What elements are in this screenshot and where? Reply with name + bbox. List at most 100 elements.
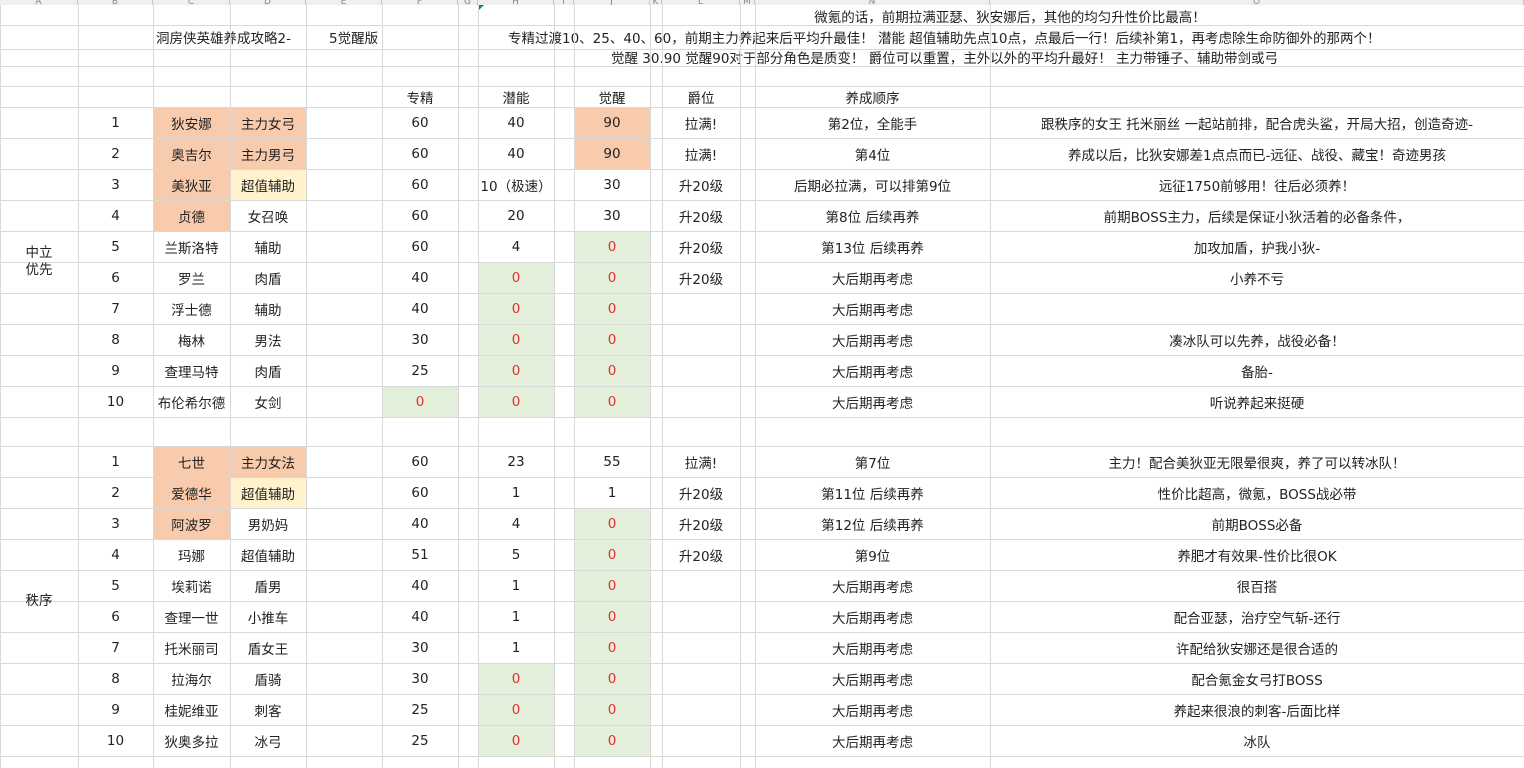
header-zhuanjing[interactable]: 专精 [382,87,458,107]
cell-order[interactable]: 大后期再考虑 [755,694,990,725]
cell-jx[interactable]: 55 [574,446,650,477]
cell-role[interactable]: 盾女王 [230,632,306,663]
cell-no[interactable]: 9 [78,355,153,386]
cell-name[interactable]: 查理马特 [153,355,230,386]
cell-note[interactable]: 凑冰队可以先养，战役必备！ [990,324,1524,355]
cell-zj[interactable]: 25 [382,355,458,386]
cell-qn[interactable]: 10（极速） [478,169,554,200]
cell-no[interactable]: 6 [78,262,153,293]
cell-order[interactable]: 第4位 [755,138,990,169]
cell-jw[interactable]: 拉满! [662,138,740,169]
cell-jw[interactable] [662,324,740,355]
cell-qn[interactable]: 0 [478,725,554,756]
cell-name[interactable]: 罗兰 [153,262,230,293]
cell-zj[interactable]: 60 [382,169,458,200]
group-label[interactable]: 中立 优先 [0,107,78,417]
cell-role[interactable]: 超值辅助 [230,169,306,200]
cell-role[interactable]: 女剑 [230,386,306,417]
cell-qn[interactable]: 0 [478,663,554,694]
cell-jw[interactable] [662,601,740,632]
cell-jx[interactable]: 0 [574,293,650,324]
cell-no[interactable]: 6 [78,601,153,632]
cell-order[interactable]: 后期必拉满，可以排第9位 [755,169,990,200]
cell-name[interactable]: 查理一世 [153,601,230,632]
cell-jx[interactable]: 0 [574,508,650,539]
cell-jx[interactable]: 0 [574,725,650,756]
cell-zj[interactable]: 30 [382,632,458,663]
cell-role[interactable]: 男法 [230,324,306,355]
cell-zj[interactable]: 40 [382,293,458,324]
cell-name[interactable]: 狄奥多拉 [153,725,230,756]
cell-name[interactable]: 浮士德 [153,293,230,324]
cell-qn[interactable]: 0 [478,324,554,355]
cell-role[interactable]: 主力女弓 [230,107,306,138]
cell-jw[interactable]: 升20级 [662,508,740,539]
cell-zj[interactable]: 60 [382,477,458,508]
cell-zj[interactable]: 60 [382,200,458,231]
cell-order[interactable]: 第12位 后续再养 [755,508,990,539]
cell-order[interactable]: 大后期再考虑 [755,601,990,632]
cell-note[interactable]: 养成以后，比狄安娜差1点点而已-远征、战役、藏宝！奇迹男孩 [990,138,1524,169]
cell-jw[interactable]: 升20级 [662,231,740,262]
cell-note[interactable]: 冰队 [990,725,1524,756]
cell-name[interactable]: 贞德 [153,200,230,231]
cell-no[interactable]: 2 [78,477,153,508]
cell-role[interactable]: 冰弓 [230,725,306,756]
cell-qn[interactable]: 0 [478,694,554,725]
cell-jx[interactable]: 0 [574,355,650,386]
cell-zj[interactable]: 40 [382,508,458,539]
cell-note[interactable]: 配合氪金女弓打BOSS [990,663,1524,694]
cell-qn[interactable]: 1 [478,477,554,508]
spreadsheet[interactable]: 洞房侠英雄养成攻略2- 5觉醒版 微氪的话，前期拉满亚瑟、狄安娜后，其他的均匀升… [0,0,1524,768]
cell-jx[interactable]: 0 [574,570,650,601]
cell-role[interactable]: 女召唤 [230,200,306,231]
cell-name[interactable]: 七世 [153,446,230,477]
note-line-2[interactable]: 专精过渡10、25、40、60，前期主力养起来后平均升最佳！ 潜能 超值辅助先点… [505,27,1515,47]
cell-name[interactable]: 爱德华 [153,477,230,508]
cell-qn[interactable]: 40 [478,107,554,138]
cell-jx[interactable]: 1 [574,477,650,508]
cell-zj[interactable]: 51 [382,539,458,570]
column-header[interactable]: O [990,0,1524,5]
column-header[interactable]: K [650,0,662,5]
cell-jw[interactable]: 升20级 [662,169,740,200]
column-header[interactable]: N [755,0,990,5]
cell-role[interactable]: 超值辅助 [230,477,306,508]
cell-qn[interactable]: 23 [478,446,554,477]
cell-no[interactable]: 1 [78,107,153,138]
column-header[interactable]: D [230,0,306,5]
cell-zj[interactable]: 40 [382,570,458,601]
column-header[interactable]: F [382,0,458,5]
cell-jw[interactable]: 拉满! [662,446,740,477]
cell-jw[interactable] [662,694,740,725]
cell-no[interactable]: 4 [78,200,153,231]
cell-order[interactable]: 第8位 后续再养 [755,200,990,231]
cell-no[interactable]: 2 [78,138,153,169]
cell-jw[interactable] [662,355,740,386]
header-juewei[interactable]: 爵位 [662,87,740,107]
cell-qn[interactable]: 40 [478,138,554,169]
column-header[interactable]: E [306,0,382,5]
cell-jw[interactable]: 拉满! [662,107,740,138]
column-header[interactable]: H [478,0,554,5]
cell-jx[interactable]: 0 [574,324,650,355]
cell-note[interactable]: 备胎- [990,355,1524,386]
cell-note[interactable]: 很百搭 [990,570,1524,601]
cell-jx[interactable]: 90 [574,107,650,138]
cell-no[interactable]: 5 [78,231,153,262]
column-header[interactable]: G [458,0,478,5]
cell-note[interactable]: 听说养起来挺硬 [990,386,1524,417]
cell-role[interactable]: 肉盾 [230,355,306,386]
cell-jx[interactable]: 30 [574,200,650,231]
cell-jw[interactable]: 升20级 [662,200,740,231]
cell-note[interactable]: 跟秩序的女王 托米丽丝 一起站前排，配合虎头鲨，开局大招，创造奇迹- [990,107,1524,138]
cell-order[interactable]: 大后期再考虑 [755,386,990,417]
cell-zj[interactable]: 40 [382,601,458,632]
cell-no[interactable]: 10 [78,386,153,417]
cell-note[interactable]: 配合亚瑟，治疗空气斩-还行 [990,601,1524,632]
cell-jw[interactable]: 升20级 [662,262,740,293]
cell-no[interactable]: 10 [78,725,153,756]
cell-no[interactable]: 3 [78,169,153,200]
cell-jw[interactable] [662,293,740,324]
cell-order[interactable]: 第2位，全能手 [755,107,990,138]
